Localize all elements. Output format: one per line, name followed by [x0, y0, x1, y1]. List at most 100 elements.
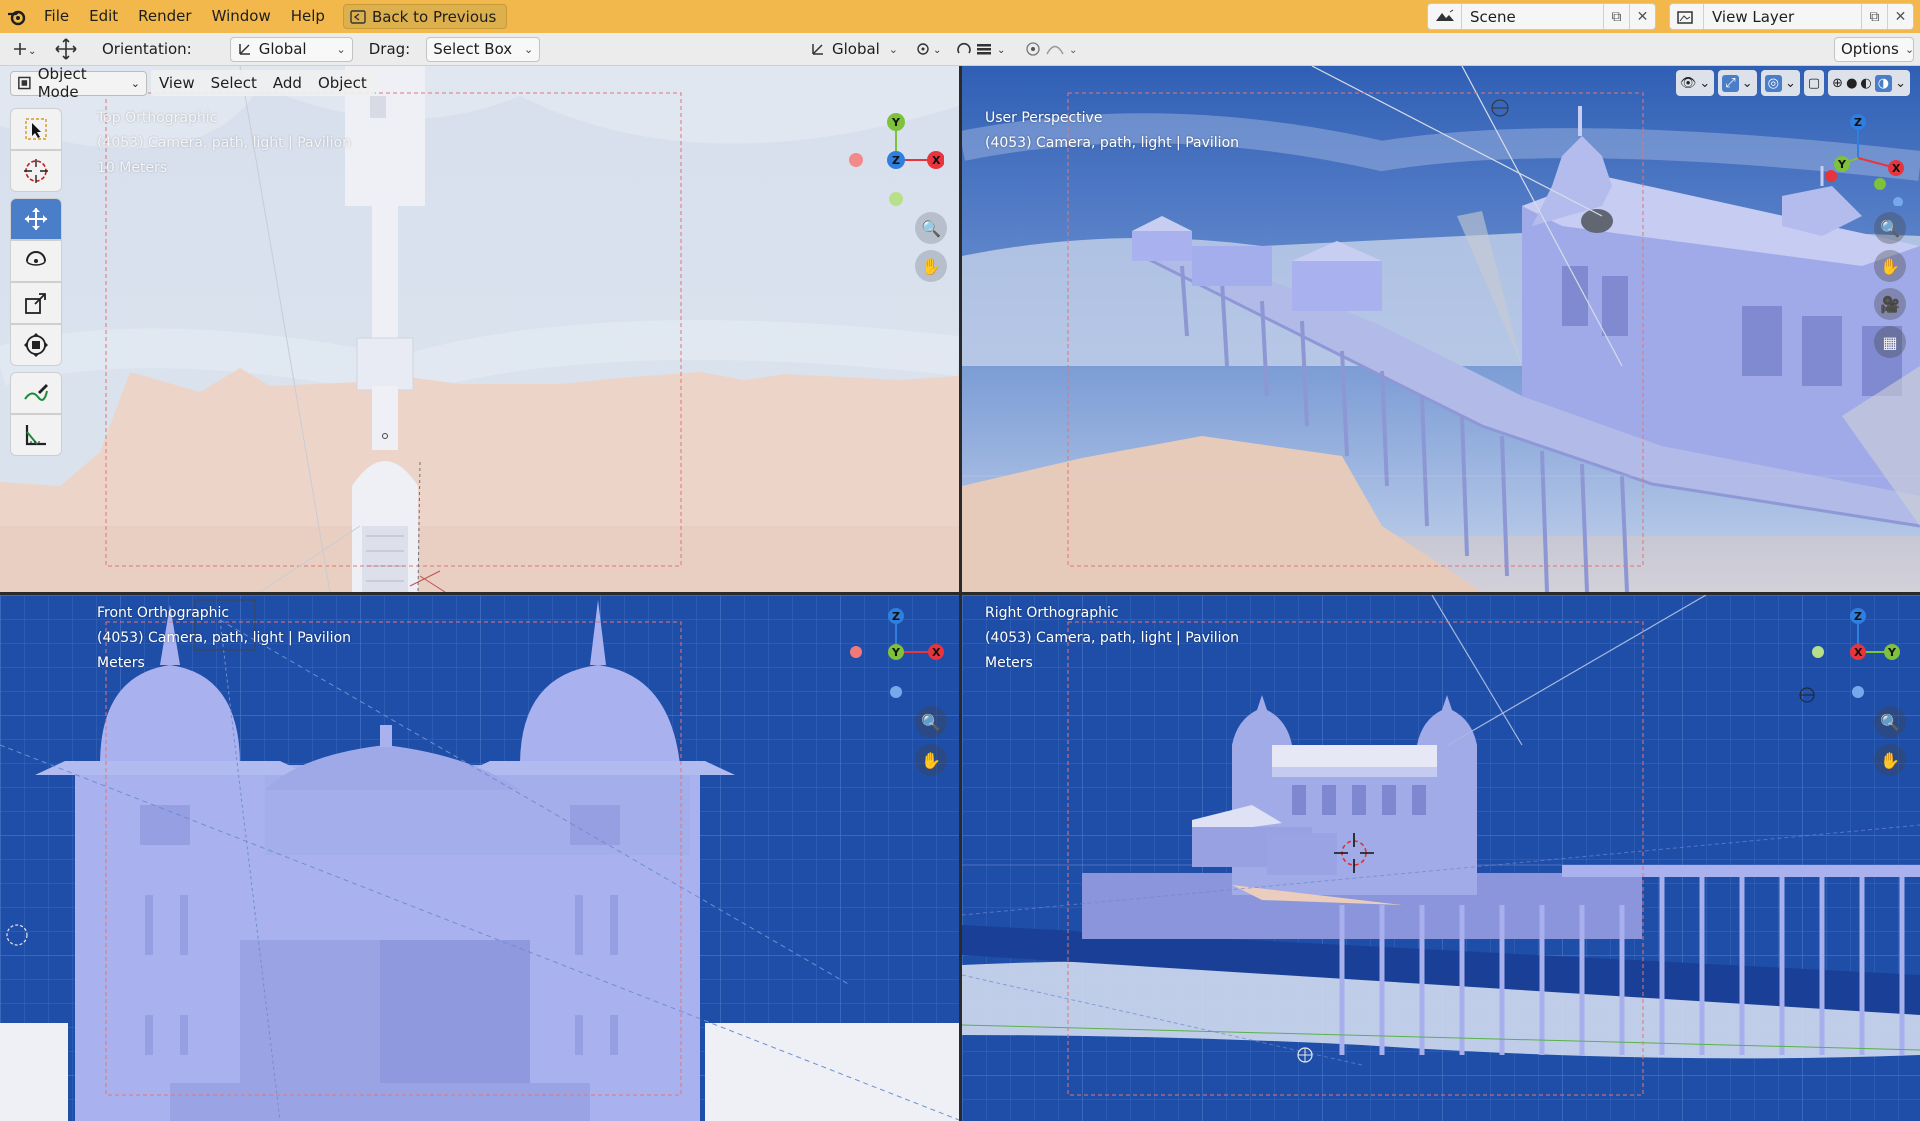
- zoom-icon[interactable]: 🔍: [915, 212, 947, 244]
- move-tool-icon[interactable]: [48, 37, 84, 62]
- global-axes-icon: [239, 44, 250, 55]
- overlay-toggle-icon[interactable]: ◎: [1764, 74, 1782, 92]
- xray-toggle[interactable]: ▢: [1803, 70, 1825, 96]
- axis-y-label: Y: [1837, 158, 1847, 171]
- viewport-menu-select[interactable]: Select: [203, 74, 265, 92]
- viewport-right-orthographic[interactable]: Right Orthographic (4053) Camera, path, …: [962, 595, 1920, 1121]
- transform-orientation-dropdown[interactable]: Global ⌄: [804, 37, 904, 62]
- viewport-top-orthographic[interactable]: Object Mode ⌄ View Select Add Object Top…: [0, 66, 959, 592]
- viewport-collection: (4053) Camera, path, light | Pavilion: [985, 630, 1240, 646]
- axis-neg-x-icon[interactable]: [850, 646, 862, 658]
- orientation-dropdown[interactable]: Global ⌄: [229, 36, 353, 62]
- wireframe-shading-icon[interactable]: ⊕: [1832, 76, 1843, 91]
- viewport-menu-add[interactable]: Add: [265, 74, 310, 92]
- menu-help[interactable]: Help: [281, 0, 335, 33]
- viewport-menu: View Select Add Object: [151, 70, 375, 96]
- scene-icon[interactable]: [1428, 4, 1462, 29]
- axis-neg-y-icon[interactable]: [1812, 646, 1824, 658]
- new-scene-icon[interactable]: ⧉: [1603, 4, 1629, 29]
- delete-view-layer-icon[interactable]: ✕: [1887, 4, 1913, 29]
- object-mode-label: Object Mode: [37, 66, 87, 101]
- scene-name[interactable]: Scene: [1462, 8, 1603, 26]
- blender-logo-icon[interactable]: [0, 0, 34, 33]
- viewport-scale: 10 Meters: [97, 160, 168, 176]
- axis-neg-x-icon[interactable]: [1825, 170, 1837, 182]
- global-axes-icon: [812, 44, 823, 55]
- camera-view-icon[interactable]: 🎥: [1874, 288, 1906, 320]
- new-view-layer-icon[interactable]: ⧉: [1861, 4, 1887, 29]
- chevron-down-icon[interactable]: ⌄: [1895, 76, 1906, 91]
- viewport-user-perspective[interactable]: User Perspective (4053) Camera, path, li…: [962, 66, 1920, 592]
- tool-type-dropdown[interactable]: ⌄: [0, 37, 48, 62]
- viewport-menu-object[interactable]: Object: [310, 74, 375, 92]
- viewport-collection: (4053) Camera, path, light | Pavilion: [985, 135, 1240, 151]
- svg-text:⌄: ⌄: [997, 45, 1005, 56]
- back-to-previous-button[interactable]: Back to Previous: [342, 4, 508, 29]
- view-layer-icon[interactable]: [1670, 4, 1704, 29]
- pan-hand-icon[interactable]: ✋: [915, 744, 947, 776]
- pan-hand-icon[interactable]: ✋: [915, 250, 947, 282]
- cursor-tool[interactable]: [10, 150, 62, 192]
- viewport-title: User Perspective: [985, 110, 1103, 126]
- viewport-shading-header: 👁 ⌄ ⤢ ⌄ ◎ ⌄ ▢ ⊕ ● ◐ ◑ ⌄: [1675, 70, 1910, 96]
- viewport-info: Right Orthographic (4053) Camera, path, …: [985, 601, 1239, 676]
- viewport-front-orthographic[interactable]: Front Orthographic (4053) Camera, path, …: [0, 595, 959, 1121]
- object-mode-dropdown[interactable]: Object Mode ⌄: [10, 66, 147, 101]
- axis-neg-y-icon[interactable]: [889, 192, 903, 206]
- navigation-gizmo[interactable]: Y X Z: [844, 106, 944, 206]
- navigation-gizmo[interactable]: Z Y X: [1806, 600, 1906, 700]
- rotate-icon: [26, 251, 46, 266]
- move-tool[interactable]: [10, 198, 62, 240]
- svg-text:⌄: ⌄: [28, 46, 36, 57]
- measure-tool[interactable]: [10, 414, 62, 456]
- delete-scene-icon[interactable]: ✕: [1629, 4, 1655, 29]
- move-icon: [25, 208, 47, 230]
- options-dropdown[interactable]: Options ⌄: [1834, 36, 1914, 62]
- material-shading-icon[interactable]: ◐: [1860, 76, 1871, 91]
- menu-window[interactable]: Window: [202, 0, 281, 33]
- view-layer-name[interactable]: View Layer: [1704, 8, 1861, 26]
- zoom-icon[interactable]: 🔍: [915, 706, 947, 738]
- viewport-divider-horizontal[interactable]: [0, 592, 1920, 595]
- chevron-down-icon: ⌄: [336, 42, 346, 56]
- drag-dropdown[interactable]: Select Box ⌄: [426, 36, 541, 62]
- axis-y-label: Y: [891, 646, 901, 659]
- zoom-icon[interactable]: 🔍: [1874, 212, 1906, 244]
- pivot-point-icon[interactable]: ⌄: [912, 37, 948, 62]
- gizmo-toggle-icon[interactable]: ⤢: [1722, 74, 1739, 92]
- navigation-gizmo[interactable]: Z X Y: [1806, 106, 1906, 206]
- pan-hand-icon[interactable]: ✋: [1874, 744, 1906, 776]
- scale-icon: [25, 293, 46, 314]
- overlay-dropdown[interactable]: ◎ ⌄: [1760, 70, 1800, 96]
- view-layer-selector[interactable]: View Layer ⧉ ✕: [1669, 3, 1914, 30]
- proportional-editing-icon[interactable]: ⌄: [1024, 37, 1090, 62]
- scene-selector[interactable]: Scene ⧉ ✕: [1427, 3, 1656, 30]
- menu-file[interactable]: File: [34, 0, 79, 33]
- axis-neg-z-icon[interactable]: [890, 686, 902, 698]
- select-box-tool[interactable]: [10, 108, 62, 150]
- annotate-tool[interactable]: [10, 372, 62, 414]
- snap-icon[interactable]: ⌄: [954, 37, 1012, 62]
- chevron-down-icon: ⌄: [524, 42, 534, 56]
- visibility-dropdown[interactable]: 👁 ⌄: [1675, 70, 1715, 96]
- solid-shading-icon[interactable]: ●: [1846, 76, 1857, 91]
- axis-neg-z-icon[interactable]: [1893, 197, 1903, 206]
- menu-render[interactable]: Render: [128, 0, 201, 33]
- viewport-menu-view[interactable]: View: [151, 74, 203, 92]
- top-menu-bar: File Edit Render Window Help Back to Pre…: [0, 0, 1920, 33]
- pan-hand-icon[interactable]: ✋: [1874, 250, 1906, 282]
- axis-neg-x-icon[interactable]: [849, 153, 863, 167]
- menu-edit[interactable]: Edit: [79, 0, 128, 33]
- navigation-gizmo[interactable]: Z X Y: [844, 600, 944, 700]
- axis-neg-y-icon[interactable]: [1874, 178, 1886, 190]
- transform-tool[interactable]: [10, 324, 62, 366]
- viewport-info: Top Orthographic (4053) Camera, path, li…: [97, 106, 351, 181]
- rendered-shading-icon[interactable]: ◑: [1874, 74, 1893, 92]
- perspective-grid-icon[interactable]: ▦: [1874, 326, 1906, 358]
- axis-neg-z-icon[interactable]: [1852, 686, 1864, 698]
- scale-tool[interactable]: [10, 282, 62, 324]
- axis-x-label: X: [1854, 646, 1863, 659]
- rotate-tool[interactable]: [10, 240, 62, 282]
- gizmo-dropdown[interactable]: ⤢ ⌄: [1718, 70, 1757, 96]
- zoom-icon[interactable]: 🔍: [1874, 706, 1906, 738]
